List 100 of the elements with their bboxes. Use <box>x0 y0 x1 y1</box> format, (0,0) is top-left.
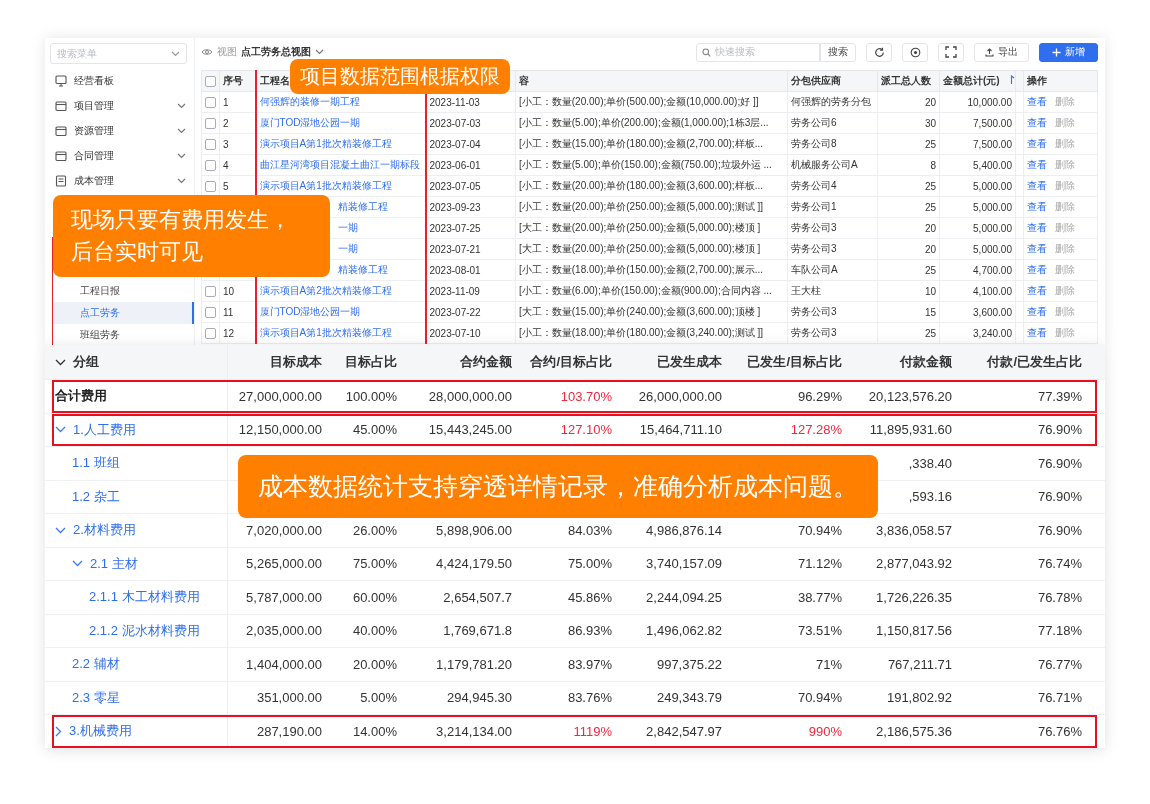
group-link[interactable]: 1.人工费用 <box>73 420 136 439</box>
view-selector[interactable]: 点工劳务总视图 <box>241 45 311 59</box>
delete-link[interactable]: 删除 <box>1055 201 1075 212</box>
view-link[interactable]: 查看 <box>1027 243 1047 254</box>
checkbox[interactable] <box>205 180 216 192</box>
checkbox[interactable] <box>205 159 216 171</box>
column-header: 分组 <box>73 353 99 371</box>
delete-link[interactable]: 删除 <box>1055 138 1075 149</box>
chevron-right-icon[interactable] <box>55 725 62 737</box>
table-cell: 5,787,000.00 <box>246 589 322 605</box>
delete-link[interactable]: 删除 <box>1055 306 1075 317</box>
refresh-button[interactable] <box>866 42 892 62</box>
table-cell: 15,443,245.00 <box>428 422 512 438</box>
delete-link[interactable]: 删除 <box>1055 264 1075 275</box>
checkbox[interactable] <box>205 96 216 108</box>
group-link[interactable]: 1.1 班组 <box>72 454 120 473</box>
delete-link[interactable]: 删除 <box>1055 285 1075 296</box>
table-cell: 76.90% <box>1037 489 1082 505</box>
column-header: 分包供应商 <box>787 70 878 92</box>
table-cell: 2,244,094.25 <box>646 589 722 605</box>
delete-link[interactable]: 删除 <box>1055 117 1075 128</box>
sidebar-item[interactable]: 经营看板 <box>45 68 194 93</box>
checkbox[interactable] <box>205 285 216 297</box>
group-link[interactable]: 2.1.1 木工材料费用 <box>89 588 200 607</box>
chevron-down-icon[interactable] <box>55 358 66 366</box>
group-link[interactable]: 2.1 主材 <box>90 554 138 573</box>
table-cell: 5 <box>223 180 229 192</box>
table-cell: 96.29% <box>797 388 842 404</box>
delete-link[interactable]: 删除 <box>1055 96 1075 107</box>
table-cell: 100.00% <box>345 388 397 404</box>
view-link[interactable]: 查看 <box>1027 327 1047 338</box>
column-header: 付款金额 <box>900 353 952 371</box>
checkbox[interactable] <box>205 327 216 339</box>
table-cell: 76.76% <box>1037 723 1082 739</box>
view-link[interactable]: 查看 <box>1027 285 1047 296</box>
sort-icon[interactable] <box>1009 75 1015 84</box>
checkbox[interactable] <box>205 138 216 150</box>
sidebar-item[interactable]: 资源管理 <box>45 118 194 143</box>
plus-icon <box>1052 47 1061 57</box>
delete-link[interactable]: 删除 <box>1055 180 1075 191</box>
checkbox[interactable] <box>205 306 216 318</box>
checkbox[interactable] <box>205 75 216 87</box>
delete-link[interactable]: 删除 <box>1055 327 1075 338</box>
view-link[interactable]: 查看 <box>1027 96 1047 107</box>
view-label: 视图 <box>217 45 237 59</box>
project-link[interactable]: 精装修工程 <box>337 264 388 275</box>
sidebar-item[interactable]: 合同管理 <box>45 143 194 168</box>
table-cell: 76.78% <box>1037 589 1082 605</box>
checkbox[interactable] <box>205 117 216 129</box>
table-cell: 76.90% <box>1037 522 1082 538</box>
table-cell: 劳务公司3 <box>791 243 837 254</box>
table-cell: 劳务公司4 <box>791 180 837 191</box>
table-cell: 2023-08-01 <box>429 264 481 276</box>
table-cell: 77.18% <box>1037 623 1082 639</box>
group-link[interactable]: 2.3 零星 <box>72 688 120 707</box>
table-cell: 2,877,043.92 <box>876 556 952 572</box>
submenu-item[interactable]: 班组劳务 <box>53 324 194 345</box>
table-cell: 11 <box>223 306 234 318</box>
table-cell: 车队公司A <box>791 264 838 275</box>
callout: 项目数据范围根据权限 <box>290 59 510 94</box>
table-cell: 287,190.00 <box>256 723 322 739</box>
search-button[interactable]: 搜索 <box>820 42 856 62</box>
column-header: 操作 <box>1023 70 1098 92</box>
delete-link[interactable]: 删除 <box>1055 243 1075 254</box>
table-cell: [大工：数量(20.00);单价(250.00);金额(5,000.00);楼顶 ] <box>519 243 761 254</box>
view-link[interactable]: 查看 <box>1027 306 1047 317</box>
delete-link[interactable]: 删除 <box>1055 159 1075 170</box>
add-button[interactable]: 新增 <box>1039 42 1098 62</box>
submenu-item[interactable]: 工程日报 <box>53 280 194 302</box>
project-link[interactable]: 精装修工程 <box>337 201 388 212</box>
view-link[interactable]: 查看 <box>1027 159 1047 170</box>
table-cell: [小工：数量(20.00);单价(500.00);金额(10,000.00);好 ]] <box>519 96 759 107</box>
view-link[interactable]: 查看 <box>1027 201 1047 212</box>
submenu-item[interactable]: 点工劳务 <box>53 302 194 324</box>
settings-button[interactable] <box>902 42 928 62</box>
view-link[interactable]: 查看 <box>1027 264 1047 275</box>
table-cell: 86.93% <box>567 623 612 639</box>
view-link[interactable]: 查看 <box>1027 117 1047 128</box>
view-link[interactable]: 查看 <box>1027 180 1047 191</box>
view-link[interactable]: 查看 <box>1027 138 1047 149</box>
table-cell: 2023-07-05 <box>429 180 481 192</box>
fullscreen-button[interactable] <box>938 42 964 62</box>
project-link[interactable]: 一期 <box>337 222 358 233</box>
group-link[interactable]: 2.材料费用 <box>73 521 136 540</box>
group-link[interactable]: 3.机械费用 <box>69 722 132 741</box>
project-link[interactable]: 一期 <box>337 243 358 254</box>
view-link[interactable]: 查看 <box>1027 222 1047 233</box>
group-link[interactable]: 1.2 杂工 <box>72 487 120 506</box>
table-cell: 76.71% <box>1037 690 1082 706</box>
table-cell: 20.00% <box>352 656 397 672</box>
export-button[interactable]: 导出 <box>974 42 1029 62</box>
table-cell: 990% <box>808 723 842 739</box>
group-link[interactable]: 2.2 辅材 <box>72 655 120 674</box>
group-link[interactable]: 2.1.2 泥水材料费用 <box>89 621 200 640</box>
sidebar-item[interactable]: 成本管理 <box>45 168 194 193</box>
table-cell: 76.74% <box>1037 556 1082 572</box>
sidebar-item[interactable]: 项目管理 <box>45 93 194 118</box>
table-cell: 7,500.00 <box>973 117 1012 129</box>
delete-link[interactable]: 删除 <box>1055 222 1075 233</box>
table-cell: [大工：数量(15.00);单价(240.00);金额(3,600.00);顶楼 ] <box>519 306 761 317</box>
